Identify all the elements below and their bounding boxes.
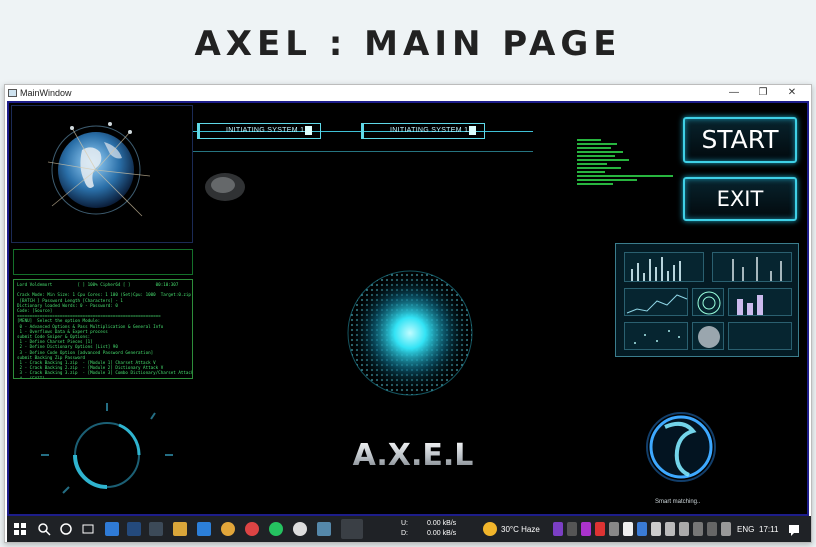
- chrome-icon[interactable]: [221, 522, 235, 536]
- tray-icon-4[interactable]: [595, 522, 605, 536]
- app-icon-3[interactable]: [149, 522, 163, 536]
- app-icon: [8, 89, 17, 97]
- search-icon[interactable]: [37, 522, 51, 536]
- globe-panel: [11, 105, 193, 243]
- window-titlebar[interactable]: MainWindow — ❐ ✕: [5, 85, 811, 101]
- tray-icon-3[interactable]: [581, 522, 591, 536]
- weather-icon[interactable]: [483, 522, 497, 536]
- globe-icon: [47, 122, 151, 217]
- axel-logo: A.X.E.L: [353, 438, 474, 473]
- windows-taskbar: U: D: 0.00 kB/s 0.00 kB/s 30°C Haze ENG …: [7, 516, 811, 542]
- tray-icon-5[interactable]: [609, 522, 619, 536]
- voice-ring-icon[interactable]: [643, 407, 719, 487]
- ai-orb-graphic: [347, 270, 473, 396]
- code-stream: [577, 139, 677, 209]
- tray-icon-2[interactable]: [567, 522, 577, 536]
- battery-icon[interactable]: [693, 522, 703, 536]
- app-icon-9[interactable]: [293, 522, 307, 536]
- net-down-label: D:: [401, 530, 408, 537]
- net-up-label: U:: [401, 520, 408, 527]
- system-banner-2: INITIATING SYSTEM 1....: [361, 123, 485, 139]
- dashboard-panel: [615, 243, 799, 357]
- exit-button[interactable]: EXIT: [683, 177, 797, 221]
- tray-icon-1[interactable]: [553, 522, 563, 536]
- bluetooth-icon[interactable]: [637, 522, 647, 536]
- net-down-speed: 0.00 kB/s: [427, 530, 457, 537]
- tray-icon-8[interactable]: [651, 522, 661, 536]
- smoke-graphic: [205, 173, 245, 201]
- tray-icon-9[interactable]: [665, 522, 675, 536]
- net-up-speed: 0.00 kB/s: [427, 520, 457, 527]
- restore-button[interactable]: ❐: [750, 86, 776, 100]
- line-chart-widget: [624, 288, 688, 316]
- earth-widget-icon: [692, 322, 724, 350]
- minimize-button[interactable]: —: [721, 86, 747, 100]
- task-view-icon[interactable]: [81, 522, 95, 536]
- scatter-widget: [624, 322, 688, 350]
- notifications-icon[interactable]: [787, 522, 801, 536]
- clock[interactable]: 17:11: [759, 525, 778, 534]
- app-icon-2[interactable]: [127, 522, 141, 536]
- app-canvas: Lord Voldemort [ ] 100% Cipher64 [ ] 00:…: [7, 101, 809, 516]
- tray-icon-10[interactable]: [679, 522, 689, 536]
- window-title: MainWindow: [20, 88, 72, 98]
- stats-widget: [728, 322, 792, 350]
- logo-text: A.X.E.L: [353, 438, 474, 473]
- vscode-icon[interactable]: [197, 522, 211, 536]
- app-icon-10[interactable]: [317, 522, 331, 536]
- voice-status-text: Smart matching..: [655, 499, 701, 505]
- python-icon[interactable]: [341, 519, 363, 539]
- bar-chart-widget: [624, 252, 704, 282]
- hud-line: [193, 151, 533, 152]
- radar-widget: [692, 288, 724, 316]
- app-icon-7[interactable]: [245, 522, 259, 536]
- terminal-output: Lord Voldemort [ ] 100% Cipher64 [ ] 00:…: [13, 279, 193, 379]
- system-banner-1: INITIATING SYSTEM 1....: [197, 123, 321, 139]
- command-input[interactable]: [13, 249, 193, 275]
- whatsapp-icon[interactable]: [269, 522, 283, 536]
- spike-chart-widget: [712, 252, 792, 282]
- cortana-icon[interactable]: [59, 522, 73, 536]
- hud-ring-graphic: [41, 403, 173, 494]
- usb-icon[interactable]: [623, 522, 633, 536]
- start-button[interactable]: START: [683, 117, 797, 163]
- page-title: AXEL : MAIN PAGE: [194, 24, 622, 64]
- windows-start-icon[interactable]: [13, 522, 27, 536]
- file-explorer-icon[interactable]: [173, 522, 187, 536]
- volume-icon[interactable]: [721, 522, 731, 536]
- language-indicator[interactable]: ENG: [737, 525, 754, 534]
- histogram-widget: [728, 288, 792, 316]
- wifi-icon[interactable]: [707, 522, 717, 536]
- main-window: MainWindow — ❐ ✕ Lord Voldemort [] 100%…: [4, 84, 812, 543]
- weather-text[interactable]: 30°C Haze: [501, 525, 540, 534]
- close-button[interactable]: ✕: [779, 86, 805, 100]
- edge-icon[interactable]: [105, 522, 119, 536]
